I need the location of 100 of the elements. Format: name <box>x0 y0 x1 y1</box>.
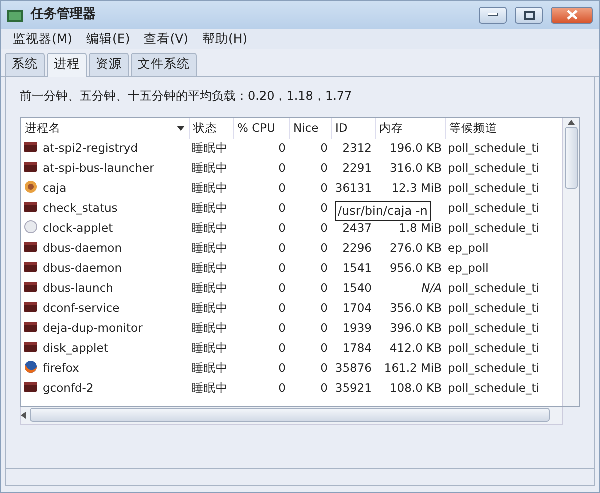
column-header[interactable]: Nice <box>294 120 319 135</box>
table-cell: 0 <box>278 381 286 396</box>
table-cell: ep_poll <box>448 241 489 256</box>
table-cell: 0 <box>320 361 328 376</box>
maximize-button[interactable] <box>515 6 543 24</box>
process-name: clock-applet <box>43 221 114 236</box>
application-icon <box>24 160 38 174</box>
table-cell: 12.3 MiB <box>392 181 442 196</box>
application-icon <box>24 340 38 354</box>
column-header[interactable]: 内存 <box>380 120 404 135</box>
load-average-text: 前一分钟、五分钟、十五分钟的平均负载：0.20，1.18，1.77 <box>20 88 354 105</box>
table-cell: 0 <box>320 301 328 316</box>
table-cell: 161.2 MiB <box>384 361 442 376</box>
application-icon <box>24 320 38 334</box>
table-cell: 睡眠中 <box>192 241 228 256</box>
browser-icon <box>24 360 38 374</box>
table-cell: 2291 <box>342 161 372 176</box>
table-cell: 108.0 KB <box>390 381 442 396</box>
column-header[interactable]: 状态 <box>194 120 218 135</box>
table-cell: 2312 <box>342 141 372 156</box>
tooltip: /usr/bin/caja -n <box>335 200 431 221</box>
tab[interactable]: 文件系统 <box>131 53 197 76</box>
table-cell: 0 <box>278 181 286 196</box>
sort-icon[interactable] <box>176 126 184 131</box>
table-cell: 316.0 KB <box>390 161 442 176</box>
process-name: firefox <box>43 361 80 376</box>
table-cell: poll_schedule_ti <box>448 281 540 296</box>
table-cell: 276.0 KB <box>390 241 442 256</box>
table-cell: poll_schedule_ti <box>448 181 540 196</box>
minimize-button[interactable] <box>479 6 507 24</box>
menu-item[interactable]: 编辑(E) <box>80 30 136 48</box>
table-cell: 睡眠中 <box>192 361 228 376</box>
table-cell: 36131 <box>335 181 372 196</box>
process-name: at-spi2-registryd <box>43 141 138 156</box>
table-cell: N/A <box>422 281 442 296</box>
minimize-icon <box>488 13 498 17</box>
close-button[interactable] <box>551 6 593 24</box>
window-title: 任务管理器 <box>31 6 96 24</box>
table-cell: 2437 <box>342 221 372 236</box>
column-header[interactable]: ID <box>336 120 348 135</box>
table-cell: 睡眠中 <box>192 141 228 156</box>
table-cell: 睡眠中 <box>192 301 228 316</box>
process-name: dbus-launch <box>43 281 114 296</box>
scroll-left-icon[interactable] <box>21 412 26 419</box>
process-name: gconfd-2 <box>43 381 94 396</box>
menu-item[interactable]: 监视器(M) <box>7 30 79 48</box>
table-cell: 396.0 KB <box>390 321 442 336</box>
table-cell: 356.0 KB <box>390 301 442 316</box>
vertical-scrollbar[interactable] <box>562 118 579 406</box>
horizontal-scrollbar[interactable] <box>20 406 563 425</box>
table-cell: 睡眠中 <box>192 201 228 216</box>
process-name: check_status <box>43 201 118 216</box>
table-cell: 睡眠中 <box>192 341 228 356</box>
menu-item[interactable]: 帮助(H) <box>196 30 254 48</box>
application-icon <box>24 260 38 274</box>
application-icon <box>24 380 38 394</box>
table-cell: 1541 <box>342 261 372 276</box>
process-name: caja <box>43 181 67 196</box>
table-cell: 35876 <box>335 361 372 376</box>
scroll-thumb[interactable] <box>30 408 550 422</box>
table-cell: 0 <box>320 241 328 256</box>
table-cell: 睡眠中 <box>192 181 228 196</box>
table-cell: poll_schedule_ti <box>448 321 540 336</box>
table-cell: 0 <box>278 261 286 276</box>
table-cell: 0 <box>278 361 286 376</box>
process-name: at-spi-bus-launcher <box>43 161 154 176</box>
tab[interactable]: 进程 <box>47 53 87 77</box>
table-cell: 睡眠中 <box>192 221 228 236</box>
table-cell: poll_schedule_ti <box>448 161 540 176</box>
column-header[interactable]: % CPU <box>238 120 276 135</box>
close-icon <box>566 10 578 20</box>
file-manager-icon <box>24 180 38 194</box>
table-cell: 0 <box>320 381 328 396</box>
column-header[interactable]: 进程名 <box>25 120 61 135</box>
process-name: dbus-daemon <box>43 261 122 276</box>
table-cell: 412.0 KB <box>390 341 442 356</box>
table-cell: poll_schedule_ti <box>448 201 540 216</box>
table-cell: 0 <box>278 301 286 316</box>
table-cell: 睡眠中 <box>192 161 228 176</box>
table-cell: 0 <box>320 201 328 216</box>
table-cell: 35921 <box>335 381 372 396</box>
table-cell: 0 <box>278 201 286 216</box>
table-cell: poll_schedule_ti <box>448 221 540 236</box>
table-cell: 0 <box>320 321 328 336</box>
table-cell: 0 <box>278 221 286 236</box>
column-header[interactable]: 等候频道 <box>450 120 498 135</box>
maximize-icon <box>524 10 534 20</box>
menu-item[interactable]: 查看(V) <box>138 30 195 48</box>
table-cell: 1784 <box>342 341 372 356</box>
table-cell: 0 <box>278 141 286 156</box>
process-name: dbus-daemon <box>43 241 122 256</box>
table-cell: 956.0 KB <box>390 261 442 276</box>
table-cell: 2296 <box>342 241 372 256</box>
table-cell: 睡眠中 <box>192 381 228 396</box>
tab[interactable]: 资源 <box>89 53 129 76</box>
table-cell: 0 <box>320 161 328 176</box>
tab[interactable]: 系统 <box>5 53 45 76</box>
table-cell: poll_schedule_ti <box>448 301 540 316</box>
scroll-thumb[interactable] <box>564 126 578 189</box>
process-name: deja-dup-monitor <box>43 321 143 336</box>
